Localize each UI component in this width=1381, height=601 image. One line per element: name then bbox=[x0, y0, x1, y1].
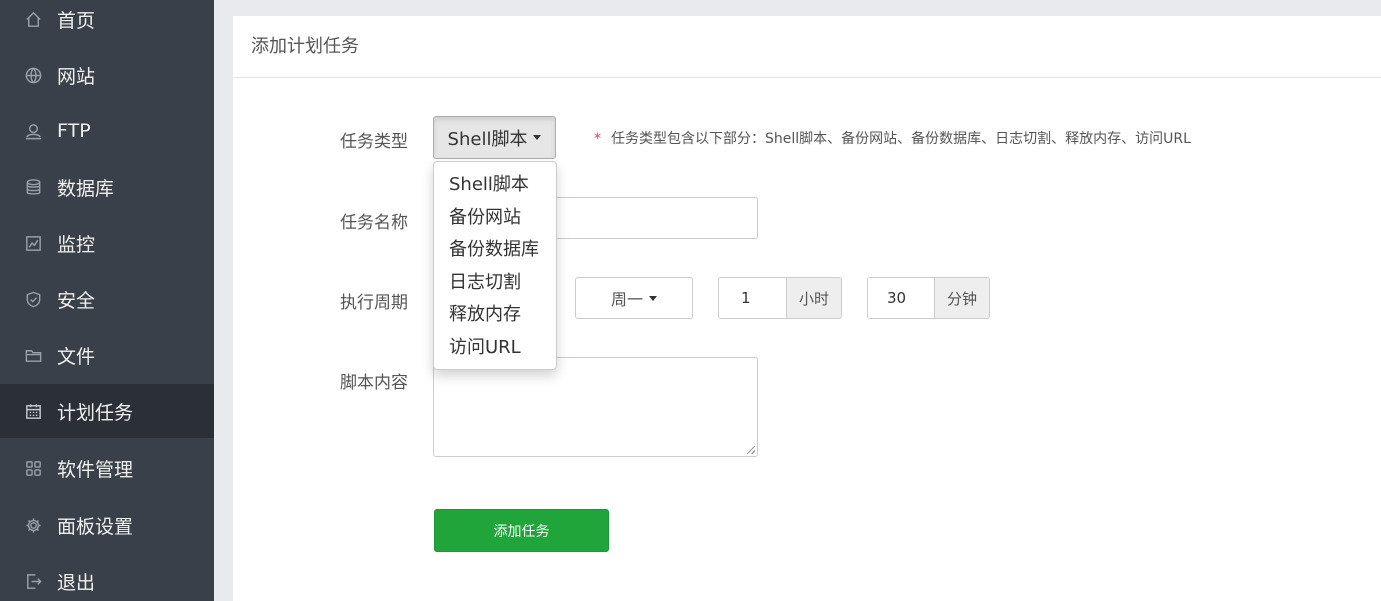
folder-icon bbox=[23, 345, 43, 365]
sidebar-item-monitor[interactable]: 监控 bbox=[0, 216, 214, 270]
sidebar-item-label: FTP bbox=[57, 120, 91, 142]
ftp-user-icon bbox=[23, 121, 43, 141]
apps-grid-icon bbox=[23, 458, 43, 478]
script-label: 脚本内容 bbox=[340, 373, 408, 393]
sidebar-item-database[interactable]: 数据库 bbox=[0, 160, 214, 214]
home-icon bbox=[23, 9, 43, 29]
sidebar-item-website[interactable]: 网站 bbox=[0, 48, 214, 102]
sidebar-item-home[interactable]: 首页 bbox=[0, 0, 214, 46]
sidebar-item-cron[interactable]: 计划任务 bbox=[0, 384, 214, 438]
sidebar-item-label: 文件 bbox=[57, 345, 96, 368]
task-type-option-backup-site[interactable]: 备份网站 bbox=[434, 202, 556, 235]
minute-unit: 分钟 bbox=[934, 278, 989, 318]
page-title: 添加计划任务 bbox=[233, 16, 1381, 78]
resize-grip-icon[interactable] bbox=[747, 446, 755, 454]
gear-icon bbox=[23, 515, 43, 535]
weekday-selected: 周一 bbox=[610, 290, 643, 309]
task-type-option-backup-db[interactable]: 备份数据库 bbox=[434, 234, 556, 267]
caret-down-icon bbox=[533, 135, 542, 140]
minute-input[interactable]: 30 bbox=[868, 278, 935, 318]
task-type-label: 任务类型 bbox=[340, 132, 408, 152]
sidebar-item-software[interactable]: 软件管理 bbox=[0, 441, 214, 495]
task-type-option-shell[interactable]: Shell脚本 bbox=[434, 169, 556, 202]
sidebar-item-label: 首页 bbox=[57, 9, 96, 32]
task-type-option-log-cut[interactable]: 日志切割 bbox=[434, 267, 556, 300]
monitor-chart-icon bbox=[23, 233, 43, 253]
task-type-option-visit-url[interactable]: 访问URL bbox=[434, 332, 556, 365]
required-star: * bbox=[594, 131, 601, 147]
hour-input-group: 1 小时 bbox=[718, 277, 842, 319]
minute-input-group: 30 分钟 bbox=[867, 277, 990, 319]
sidebar-item-label: 退出 bbox=[57, 571, 96, 594]
sidebar-item-label: 软件管理 bbox=[57, 458, 134, 481]
globe-icon bbox=[23, 65, 43, 85]
sidebar-item-label: 监控 bbox=[57, 233, 96, 256]
sidebar-item-settings[interactable]: 面板设置 bbox=[0, 498, 214, 552]
task-name-label: 任务名称 bbox=[340, 213, 408, 233]
sidebar-item-files[interactable]: 文件 bbox=[0, 328, 214, 382]
script-textarea[interactable] bbox=[433, 357, 758, 457]
sidebar-item-logout[interactable]: 退出 bbox=[0, 554, 214, 601]
task-type-option-release-mem[interactable]: 释放内存 bbox=[434, 299, 556, 332]
sidebar: 首页 网站 FTP 数据库 监控 安全 文件 计划任务 软件管理 面板设置 退出 bbox=[0, 0, 214, 601]
sidebar-item-label: 面板设置 bbox=[57, 515, 134, 538]
task-type-hint: * 任务类型包含以下部分：Shell脚本、备份网站、备份数据库、日志切割、释放内存… bbox=[594, 128, 1191, 148]
shield-icon bbox=[23, 289, 43, 309]
caret-down-icon bbox=[649, 295, 657, 301]
sidebar-item-label: 数据库 bbox=[57, 177, 115, 200]
add-task-button[interactable]: 添加任务 bbox=[434, 509, 609, 552]
sidebar-item-label: 安全 bbox=[57, 289, 96, 312]
logout-icon bbox=[23, 571, 43, 591]
task-type-hint-text: 任务类型包含以下部分：Shell脚本、备份网站、备份数据库、日志切割、释放内存、… bbox=[611, 131, 1191, 147]
task-type-menu: Shell脚本 备份网站 备份数据库 日志切割 释放内存 访问URL bbox=[433, 161, 557, 370]
hour-unit: 小时 bbox=[786, 278, 841, 318]
cycle-label: 执行周期 bbox=[340, 293, 408, 313]
sidebar-item-label: 网站 bbox=[57, 65, 96, 88]
database-icon bbox=[23, 177, 43, 197]
sidebar-item-security[interactable]: 安全 bbox=[0, 272, 214, 326]
task-type-dropdown[interactable]: Shell脚本 bbox=[433, 116, 556, 159]
sidebar-item-ftp[interactable]: FTP bbox=[0, 104, 214, 158]
hour-input[interactable]: 1 bbox=[719, 278, 787, 318]
sidebar-item-label: 计划任务 bbox=[57, 401, 134, 424]
task-type-selected: Shell脚本 bbox=[447, 128, 528, 150]
weekday-dropdown[interactable]: 周一 bbox=[575, 277, 693, 319]
calendar-icon bbox=[23, 401, 43, 421]
